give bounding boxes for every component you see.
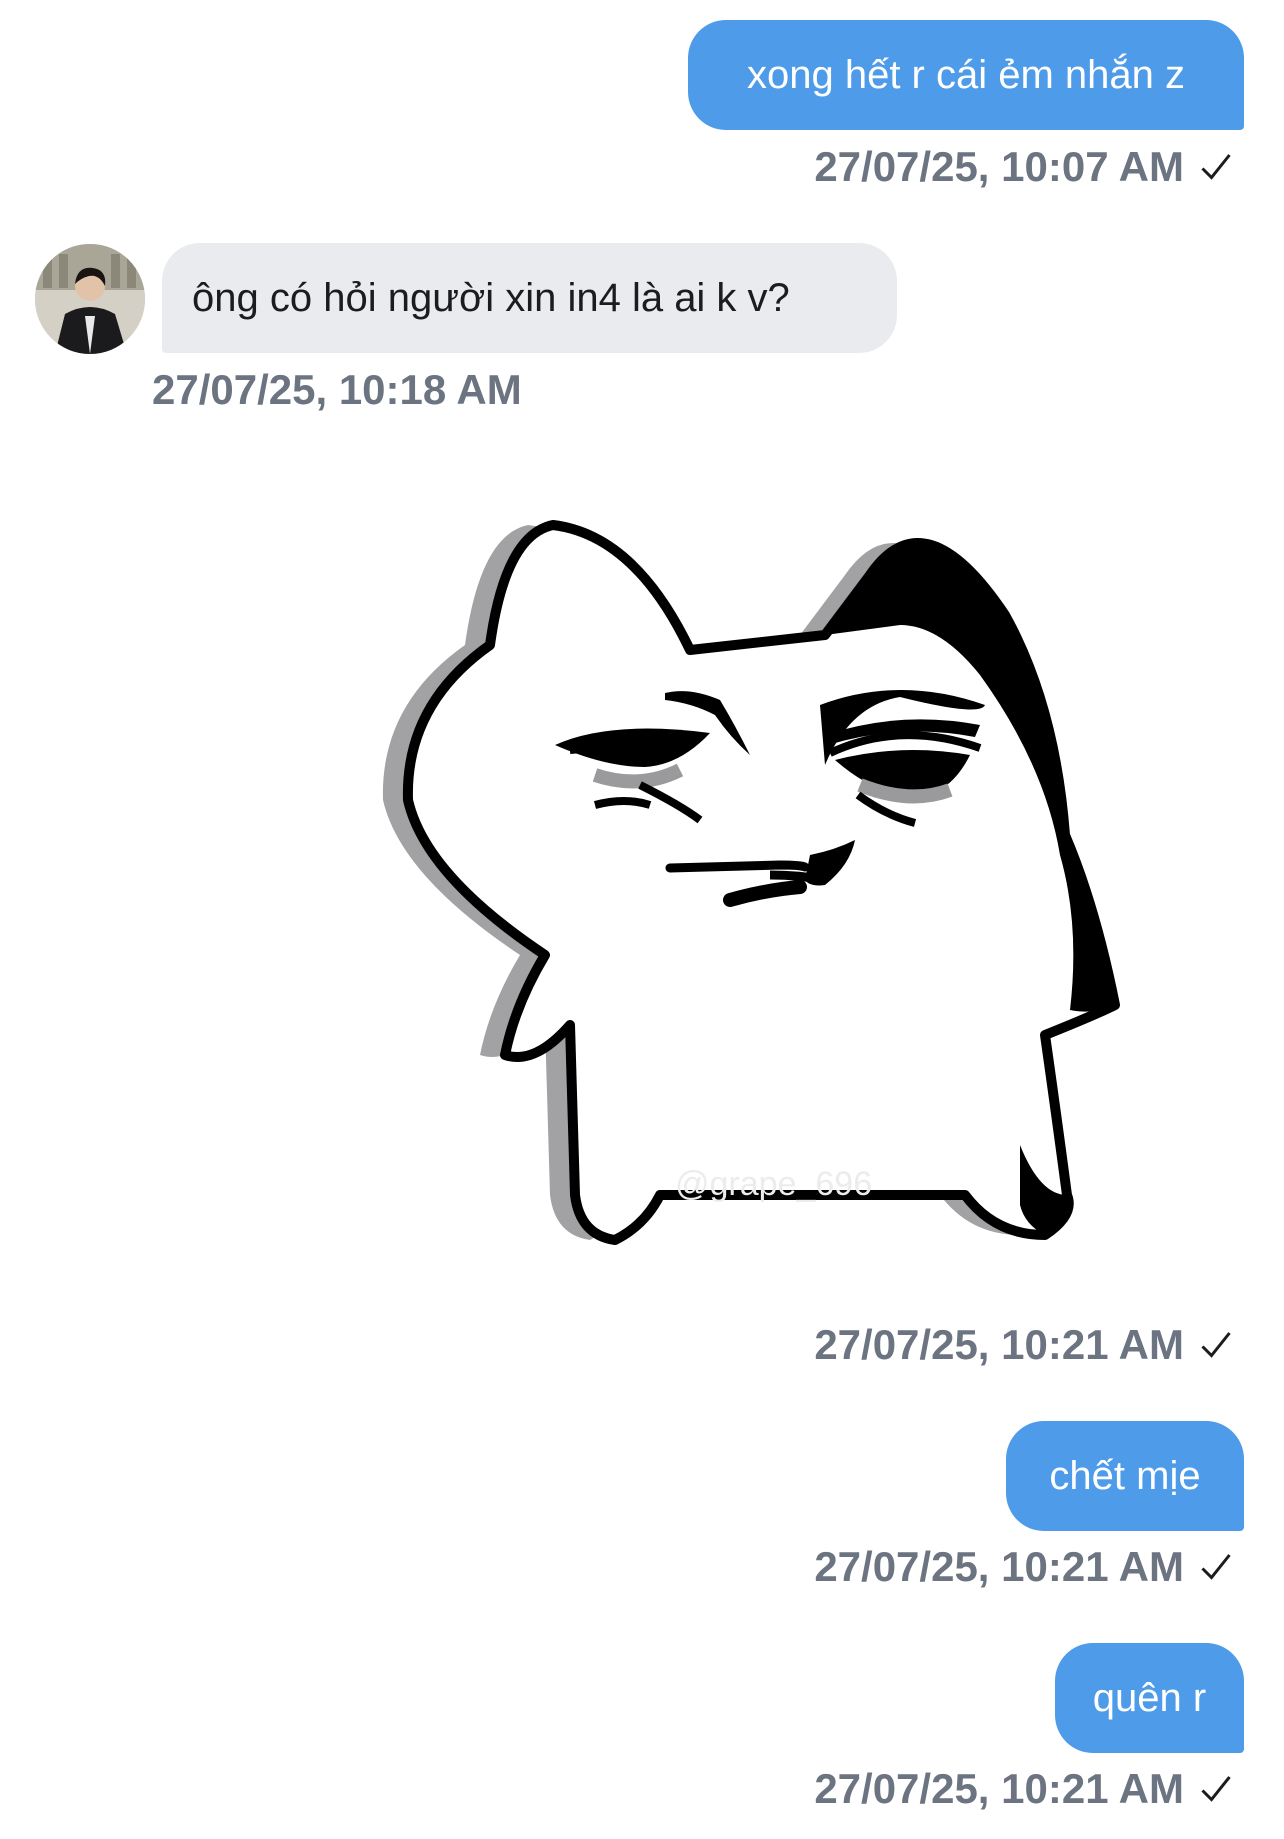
message-timestamp: 27/07/25, 10:21 AM [814,1543,1234,1591]
sent-check-icon [1201,1776,1231,1802]
sent-check-icon [1201,154,1231,180]
contact-avatar[interactable] [35,244,145,354]
smug-cat-icon: @grape_696 [382,520,1120,1245]
message-text: ông có hỏi người xin in4 là ai k v? [192,276,790,320]
outgoing-message-bubble[interactable]: quên r [1055,1643,1244,1753]
message-timestamp: 27/07/25, 10:07 AM [814,143,1234,191]
incoming-message-bubble[interactable]: ông có hỏi người xin in4 là ai k v? [162,243,897,353]
sent-check-icon [1201,1554,1231,1580]
sent-check-icon [1201,1332,1231,1358]
svg-text:@grape_696: @grape_696 [675,1165,872,1203]
message-timestamp: 27/07/25, 10:18 AM [152,366,522,413]
outgoing-message-bubble[interactable]: xong hết r cái ẻm nhắn z [688,20,1244,130]
message-text: chết mịe [1049,1454,1201,1498]
message-timestamp: 27/07/25, 10:21 AM [814,1321,1234,1369]
message-timestamp: 27/07/25, 10:21 AM [814,1765,1234,1813]
outgoing-message-bubble[interactable]: chết mịe [1006,1421,1244,1531]
message-text: quên r [1092,1676,1207,1720]
message-text: xong hết r cái ẻm nhắn z [746,53,1186,97]
smug-cat-sticker[interactable]: @grape_696 [380,505,1220,1295]
